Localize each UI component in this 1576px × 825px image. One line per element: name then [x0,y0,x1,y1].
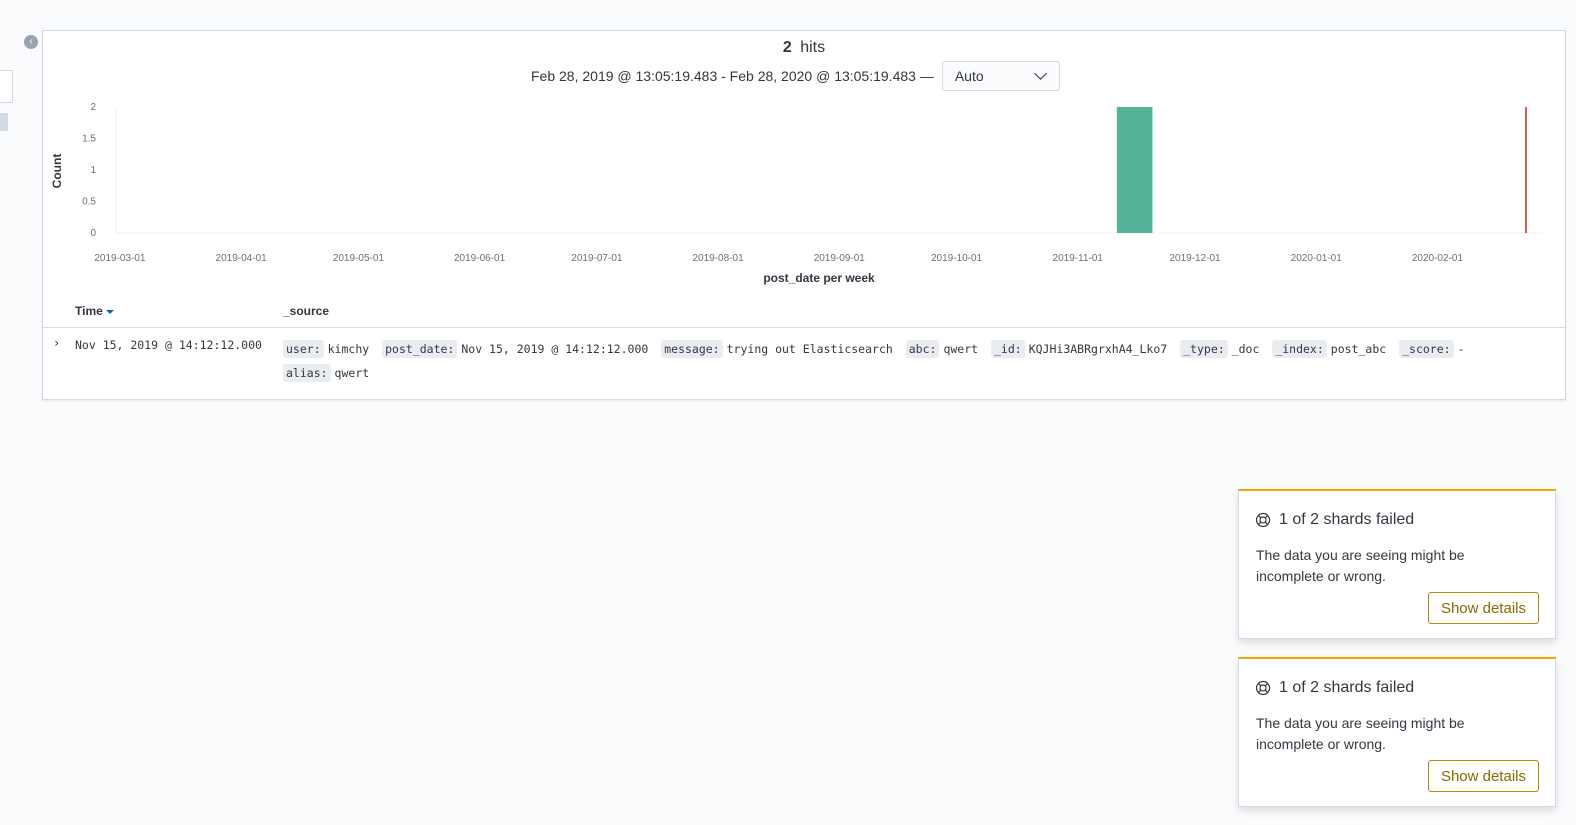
help-icon [1255,680,1271,696]
y-tick-label: 1.5 [82,134,96,145]
field-value: Nov 15, 2019 @ 14:12:12.000 [461,342,649,356]
table-header: Time _source [43,299,1565,328]
field-value: KQJHi3ABRgrxhA4_Lko7 [1028,342,1168,356]
expand-row-icon[interactable]: › [53,336,60,350]
hits-counter: 2 hits [43,39,1565,57]
y-tick-label: 0.5 [82,197,96,208]
toast-title-text: 1 of 2 shards failed [1279,511,1415,528]
hits-label: hits [800,39,826,56]
histogram-bar [1116,107,1153,233]
interval-value: Auto [954,68,984,84]
column-header-time[interactable]: Time [75,304,114,318]
toast-title-text: 1 of 2 shards failed [1279,679,1415,696]
show-details-button[interactable]: Show details [1427,592,1539,624]
interval-select[interactable]: Auto [941,61,1060,91]
field-value: kimchy [327,342,370,356]
collapse-sidebar-button[interactable]: ‹ [24,35,38,49]
field-value: trying out Elasticsearch [726,342,893,356]
field-value: _doc [1231,342,1260,356]
x-tick-label: 2020-02-01 [1412,253,1464,264]
field-key: _type: [1180,340,1228,358]
field-key: alias: [283,364,331,382]
x-tick-label: 2019-04-01 [216,253,268,264]
sidebar-badge [0,113,8,131]
row-source: user: kimchy post_date: Nov 15, 2019 @ 14:… [283,337,1533,385]
row-time: Nov 15, 2019 @ 14:12:12.000 [75,338,262,352]
x-tick-label: 2019-10-01 [931,253,983,264]
field-value: - [1457,342,1465,356]
field-key: abc: [905,340,940,358]
y-tick-label: 2 [90,102,96,113]
x-tick-label: 2019-05-01 [333,253,385,264]
field-value: qwert [334,366,370,380]
field-key: _index: [1272,340,1327,358]
table-row: › Nov 15, 2019 @ 14:12:12.000 user: kimch… [43,328,1565,398]
toast-body: The data you are seeing might be incompl… [1256,547,1465,584]
x-tick-label: 2019-08-01 [692,253,744,264]
sort-down-icon[interactable] [105,309,114,314]
y-axis-label: Count [50,154,64,189]
time-range-row: Feb 28, 2019 @ 13:05:19.483 - Feb 28, 20… [531,61,1060,91]
x-tick-label: 2020-01-01 [1291,253,1343,264]
show-details-button[interactable]: Show details [1427,760,1539,792]
x-tick-label: 2019-03-01 [94,253,146,264]
toast-shard-failure: 1 of 2 shards failed The data you are se… [1238,657,1556,807]
toast-shard-failure: 1 of 2 shards failed The data you are se… [1238,489,1556,639]
discover-results-panel: 2 hits Feb 28, 2019 @ 13:05:19.483 - Feb… [42,30,1566,400]
y-tick-label: 0 [90,228,96,239]
x-tick-label: 2019-07-01 [571,253,623,264]
x-tick-label: 2019-11-01 [1053,253,1104,264]
toast-body: The data you are seeing might be incompl… [1256,715,1465,752]
field-value: qwert [943,342,979,356]
sidebar-field-search[interactable] [0,70,13,103]
chevron-left-icon: ‹ [29,36,33,47]
toast-title: 1 of 2 shards failed [1255,679,1414,697]
x-tick-label: 2019-06-01 [454,253,506,264]
histogram-chart[interactable]: 0 0.5 1 1.5 2 2019-03-01 2019-04-01 2019-05-01 2… [43,95,1563,295]
x-axis-label: post_date per week [763,271,875,285]
field-key: message: [661,340,723,358]
help-icon [1255,512,1271,528]
field-key: _id: [991,340,1025,358]
toast-title: 1 of 2 shards failed [1255,511,1414,529]
chevron-down-icon [1033,67,1047,80]
y-tick-label: 1 [90,165,96,176]
x-tick-label: 2019-12-01 [1169,253,1221,264]
time-range-text: Feb 28, 2019 @ 13:05:19.483 - Feb 28, 20… [531,68,934,84]
hits-count: 2 [782,39,792,56]
field-key: _score: [1399,340,1454,358]
field-key: user: [283,340,324,358]
field-value: post_abc [1330,342,1387,356]
field-key: post_date: [382,340,458,358]
x-tick-label: 2019-09-01 [814,253,866,264]
column-header-source: _source [283,304,330,318]
